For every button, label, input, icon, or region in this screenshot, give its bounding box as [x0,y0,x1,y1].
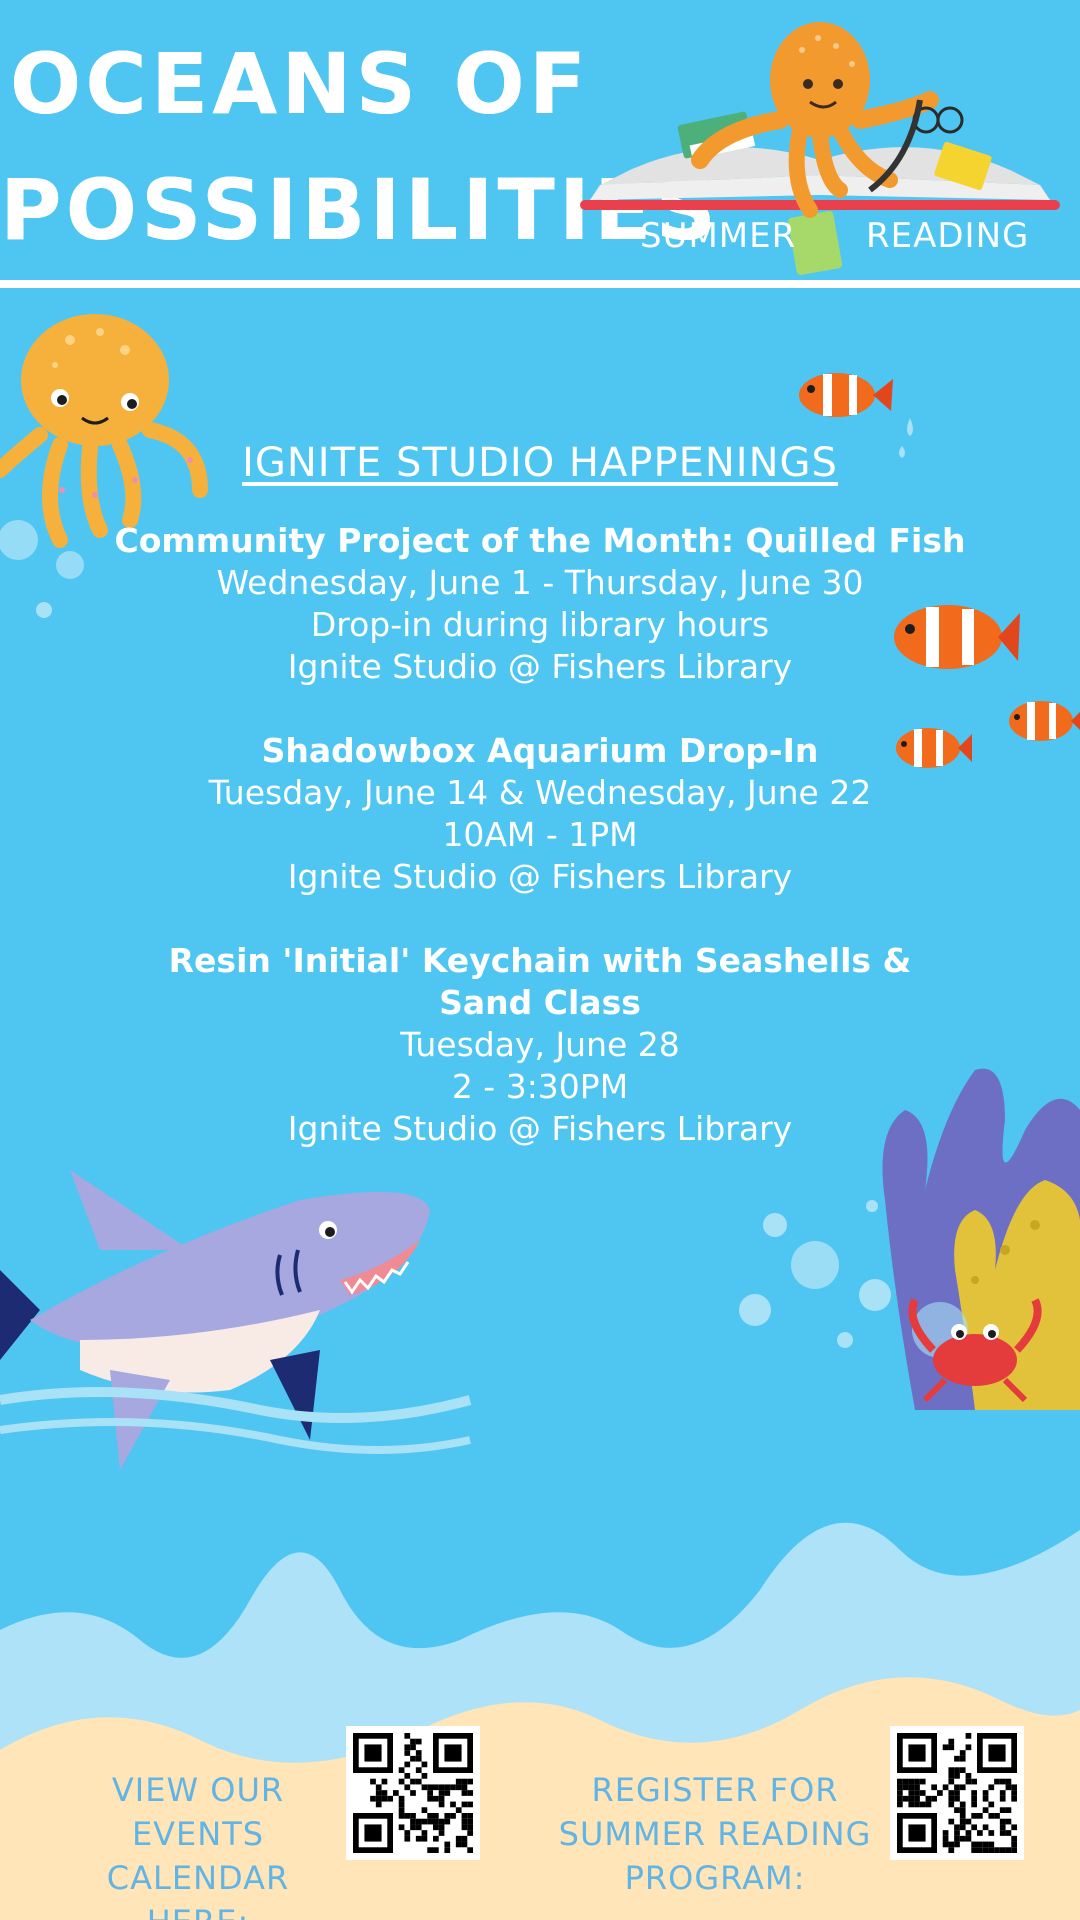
summer-label: SUMMER [640,216,797,256]
event-date: Tuesday, June 28 [400,1025,680,1064]
clownfish-right [1009,701,1080,741]
clownfish-small-top [799,373,893,417]
qr-code-icon [897,1733,1017,1853]
poster-title-line-1: OCEANS OF [9,35,591,133]
event-time: 10AM - 1PM [442,815,638,854]
event-location: Ignite Studio @ Fishers Library [287,1109,793,1148]
event-location: Ignite Studio @ Fishers Library [287,857,793,896]
event-date: Wednesday, June 1 - Thursday, June 30 [216,563,864,602]
event-date: Tuesday, June 14 & Wednesday, June 22 [208,773,872,812]
event-item: Shadowbox Aquarium Drop-In Tuesday, June… [90,730,990,898]
events-calendar-qr-code[interactable] [346,1726,480,1860]
event-title: Resin 'Initial' Keychain with Seashells … [168,941,912,1022]
summer-reading-register-label: REGISTER FOR SUMMER READING PROGRAM: [558,1771,872,1897]
reading-label: READING [866,216,1030,256]
event-item: Community Project of the Month: Quilled … [90,520,990,688]
events-section: IGNITE STUDIO HAPPENINGS Community Proje… [90,440,990,1192]
header-divider [0,280,1080,288]
section-heading: IGNITE STUDIO HAPPENINGS [242,440,838,486]
qr-code-icon [353,1733,473,1853]
event-item: Resin 'Initial' Keychain with Seashells … [90,940,990,1150]
bubbles-cluster [739,1200,891,1348]
summer-reading-qr-code[interactable] [890,1726,1024,1860]
event-title: Community Project of the Month: Quilled … [114,521,966,560]
event-time: 2 - 3:30PM [451,1067,629,1106]
bubble-icon [36,602,52,618]
event-location: Ignite Studio @ Fishers Library [287,647,793,686]
poster-title-line-2: POSSIBILITIES [0,161,720,259]
poster: OCEANS OF POSSIBILITIES SUMMER READING I… [0,0,1080,1920]
event-time: Drop-in during library hours [310,605,770,644]
shark-illustration [0,1170,472,1470]
event-title: Shadowbox Aquarium Drop-In [261,731,819,770]
events-calendar-label: VIEW OUR EVENTS CALENDAR HERE: [106,1771,290,1920]
